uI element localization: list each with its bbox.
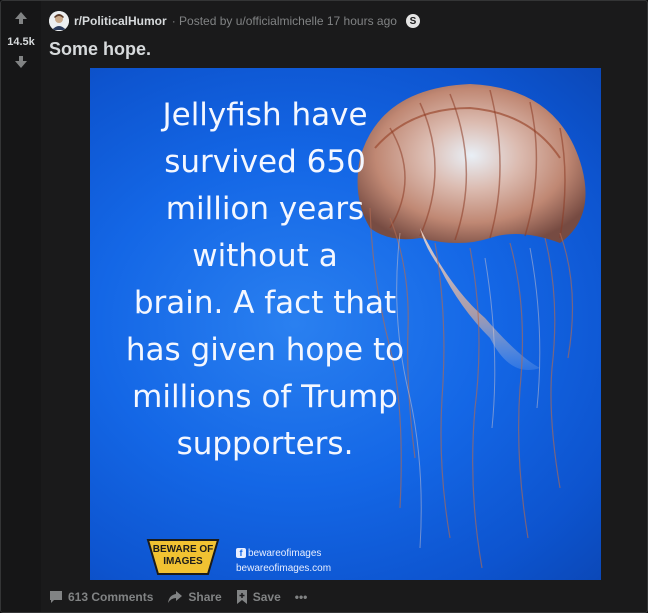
- downvote-arrow-icon[interactable]: [13, 54, 29, 70]
- meme-line: supporters.: [176, 426, 354, 462]
- post-meta: r/PoliticalHumor · Posted by u/officialm…: [49, 11, 420, 31]
- award-icon[interactable]: S: [405, 14, 420, 28]
- save-button[interactable]: Save: [236, 590, 281, 604]
- upvote-arrow-icon[interactable]: [13, 10, 29, 26]
- vote-bar: 14.5k: [1, 1, 41, 612]
- comments-button[interactable]: 613 Comments: [49, 590, 153, 604]
- post-card[interactable]: 14.5k r/PoliticalHumor · Posted by u/off…: [0, 0, 648, 613]
- share-button[interactable]: Share: [167, 590, 222, 604]
- meme-line: brain. A fact that: [133, 285, 397, 321]
- logo-line-1: BEWARE OF: [152, 544, 214, 555]
- facebook-icon: f: [236, 548, 246, 558]
- bookmark-icon: [236, 590, 247, 604]
- posted-by-text[interactable]: · Posted by u/officialmichelle 17 hours …: [172, 14, 397, 28]
- comments-label: 613 Comments: [68, 590, 154, 604]
- more-options-button[interactable]: •••: [295, 590, 308, 604]
- save-label: Save: [252, 590, 281, 604]
- subreddit-link[interactable]: r/PoliticalHumor: [74, 14, 167, 28]
- post-image[interactable]: Jellyfish have survived 650 million year…: [90, 68, 601, 580]
- post-title[interactable]: Some hope.: [49, 39, 151, 60]
- meme-line: without a: [192, 238, 338, 274]
- meme-line: Jellyfish have: [162, 97, 368, 133]
- meme-line: survived 650: [164, 144, 366, 180]
- meme-line: million years: [165, 191, 365, 227]
- more-options-icon: •••: [294, 590, 308, 604]
- meme-line: has given hope to: [125, 332, 405, 368]
- watermark-credits: f bewareofimages bewareofimages.com: [236, 546, 331, 576]
- comment-icon: [50, 591, 62, 603]
- meme-line: millions of Trump: [132, 379, 398, 415]
- meme-text: Jellyfish have survived 650 million year…: [110, 92, 420, 468]
- website-text: bewareofimages.com: [236, 563, 332, 574]
- beware-of-images-logo: BEWARE OF IMAGES: [144, 538, 222, 576]
- share-icon: [168, 591, 183, 603]
- social-handle: bewareofimages: [248, 548, 322, 559]
- vote-score: 14.5k: [7, 36, 35, 48]
- share-label: Share: [188, 590, 222, 604]
- subreddit-avatar-icon[interactable]: [49, 11, 69, 31]
- logo-line-2: IMAGES: [163, 556, 203, 567]
- post-actions: 613 Comments Share Save •••: [49, 587, 307, 607]
